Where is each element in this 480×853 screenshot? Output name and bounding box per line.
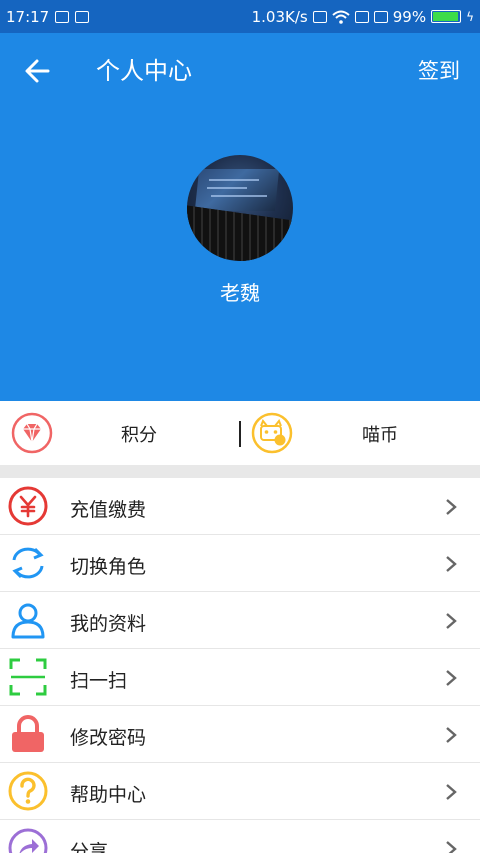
chevron-right-icon bbox=[446, 499, 457, 515]
back-arrow-icon[interactable] bbox=[20, 53, 56, 89]
menu-item-label: 我的资料 bbox=[70, 613, 147, 635]
menu-item-label: 分享 bbox=[70, 841, 109, 853]
status-left: 17:17 bbox=[6, 0, 90, 33]
points-divider bbox=[239, 421, 241, 447]
menu-item-help-center[interactable]: 帮助中心 bbox=[0, 763, 480, 820]
meow-coin-icon[interactable] bbox=[251, 412, 293, 454]
section-gap bbox=[0, 465, 480, 478]
network-speed: 1.03K/s bbox=[251, 7, 308, 26]
checkin-button[interactable]: 签到 bbox=[418, 53, 460, 89]
screenshot-notification-icon bbox=[55, 10, 70, 23]
sim1-signal-icon bbox=[354, 10, 369, 23]
username: 老魏 bbox=[220, 281, 260, 305]
page-title: 个人中心 bbox=[96, 57, 192, 85]
wifi-icon bbox=[332, 10, 350, 24]
points-label[interactable]: 积分 bbox=[121, 421, 157, 447]
status-bar: 17:17 1.03K/s 99% ϟ bbox=[0, 0, 480, 33]
battery-icon bbox=[431, 10, 462, 23]
chevron-right-icon bbox=[446, 670, 457, 686]
chevron-right-icon bbox=[446, 727, 457, 743]
chevron-right-icon bbox=[446, 556, 457, 572]
status-time: 17:17 bbox=[6, 7, 50, 26]
menu-item-my-profile[interactable]: 我的资料 bbox=[0, 592, 480, 649]
battery-percent: 99% bbox=[392, 7, 427, 26]
help-icon bbox=[8, 771, 48, 811]
menu-item-label: 充值缴费 bbox=[70, 499, 147, 521]
share-icon bbox=[8, 828, 48, 853]
chevron-right-icon bbox=[446, 841, 457, 853]
profile-header: 个人中心 签到 老魏 bbox=[0, 33, 480, 401]
usb-notification-icon bbox=[75, 10, 90, 23]
charging-icon: ϟ bbox=[466, 9, 474, 24]
lock-icon bbox=[12, 715, 44, 752]
menu-item-change-password[interactable]: 修改密码 bbox=[0, 706, 480, 763]
chevron-right-icon bbox=[446, 613, 457, 629]
menu-item-switch-role[interactable]: 切换角色 bbox=[0, 535, 480, 592]
menu-item-share[interactable]: 分享 bbox=[0, 820, 480, 853]
scan-icon bbox=[9, 658, 47, 696]
vibrate-icon bbox=[312, 10, 327, 23]
profile-icon bbox=[11, 603, 45, 639]
menu-list: 充值缴费 切换角色 我的资料 扫一扫 修改密码 帮助中心 分享 bbox=[0, 478, 480, 853]
points-bar: 积分 喵币 bbox=[0, 401, 480, 465]
yuan-icon bbox=[8, 486, 48, 526]
menu-item-label: 修改密码 bbox=[70, 727, 147, 749]
status-right: 1.03K/s 99% ϟ bbox=[252, 0, 474, 33]
menu-item-label: 帮助中心 bbox=[70, 784, 147, 806]
menu-item-label: 扫一扫 bbox=[70, 670, 128, 692]
switch-role-icon bbox=[12, 547, 44, 579]
meow-coin-label[interactable]: 喵币 bbox=[362, 421, 398, 447]
menu-item-recharge[interactable]: 充值缴费 bbox=[0, 478, 480, 535]
sim2-signal-icon bbox=[373, 10, 388, 23]
chevron-right-icon bbox=[446, 784, 457, 800]
diamond-icon[interactable] bbox=[11, 412, 53, 454]
menu-item-scan[interactable]: 扫一扫 bbox=[0, 649, 480, 706]
menu-item-label: 切换角色 bbox=[70, 556, 147, 578]
avatar[interactable] bbox=[187, 155, 293, 261]
